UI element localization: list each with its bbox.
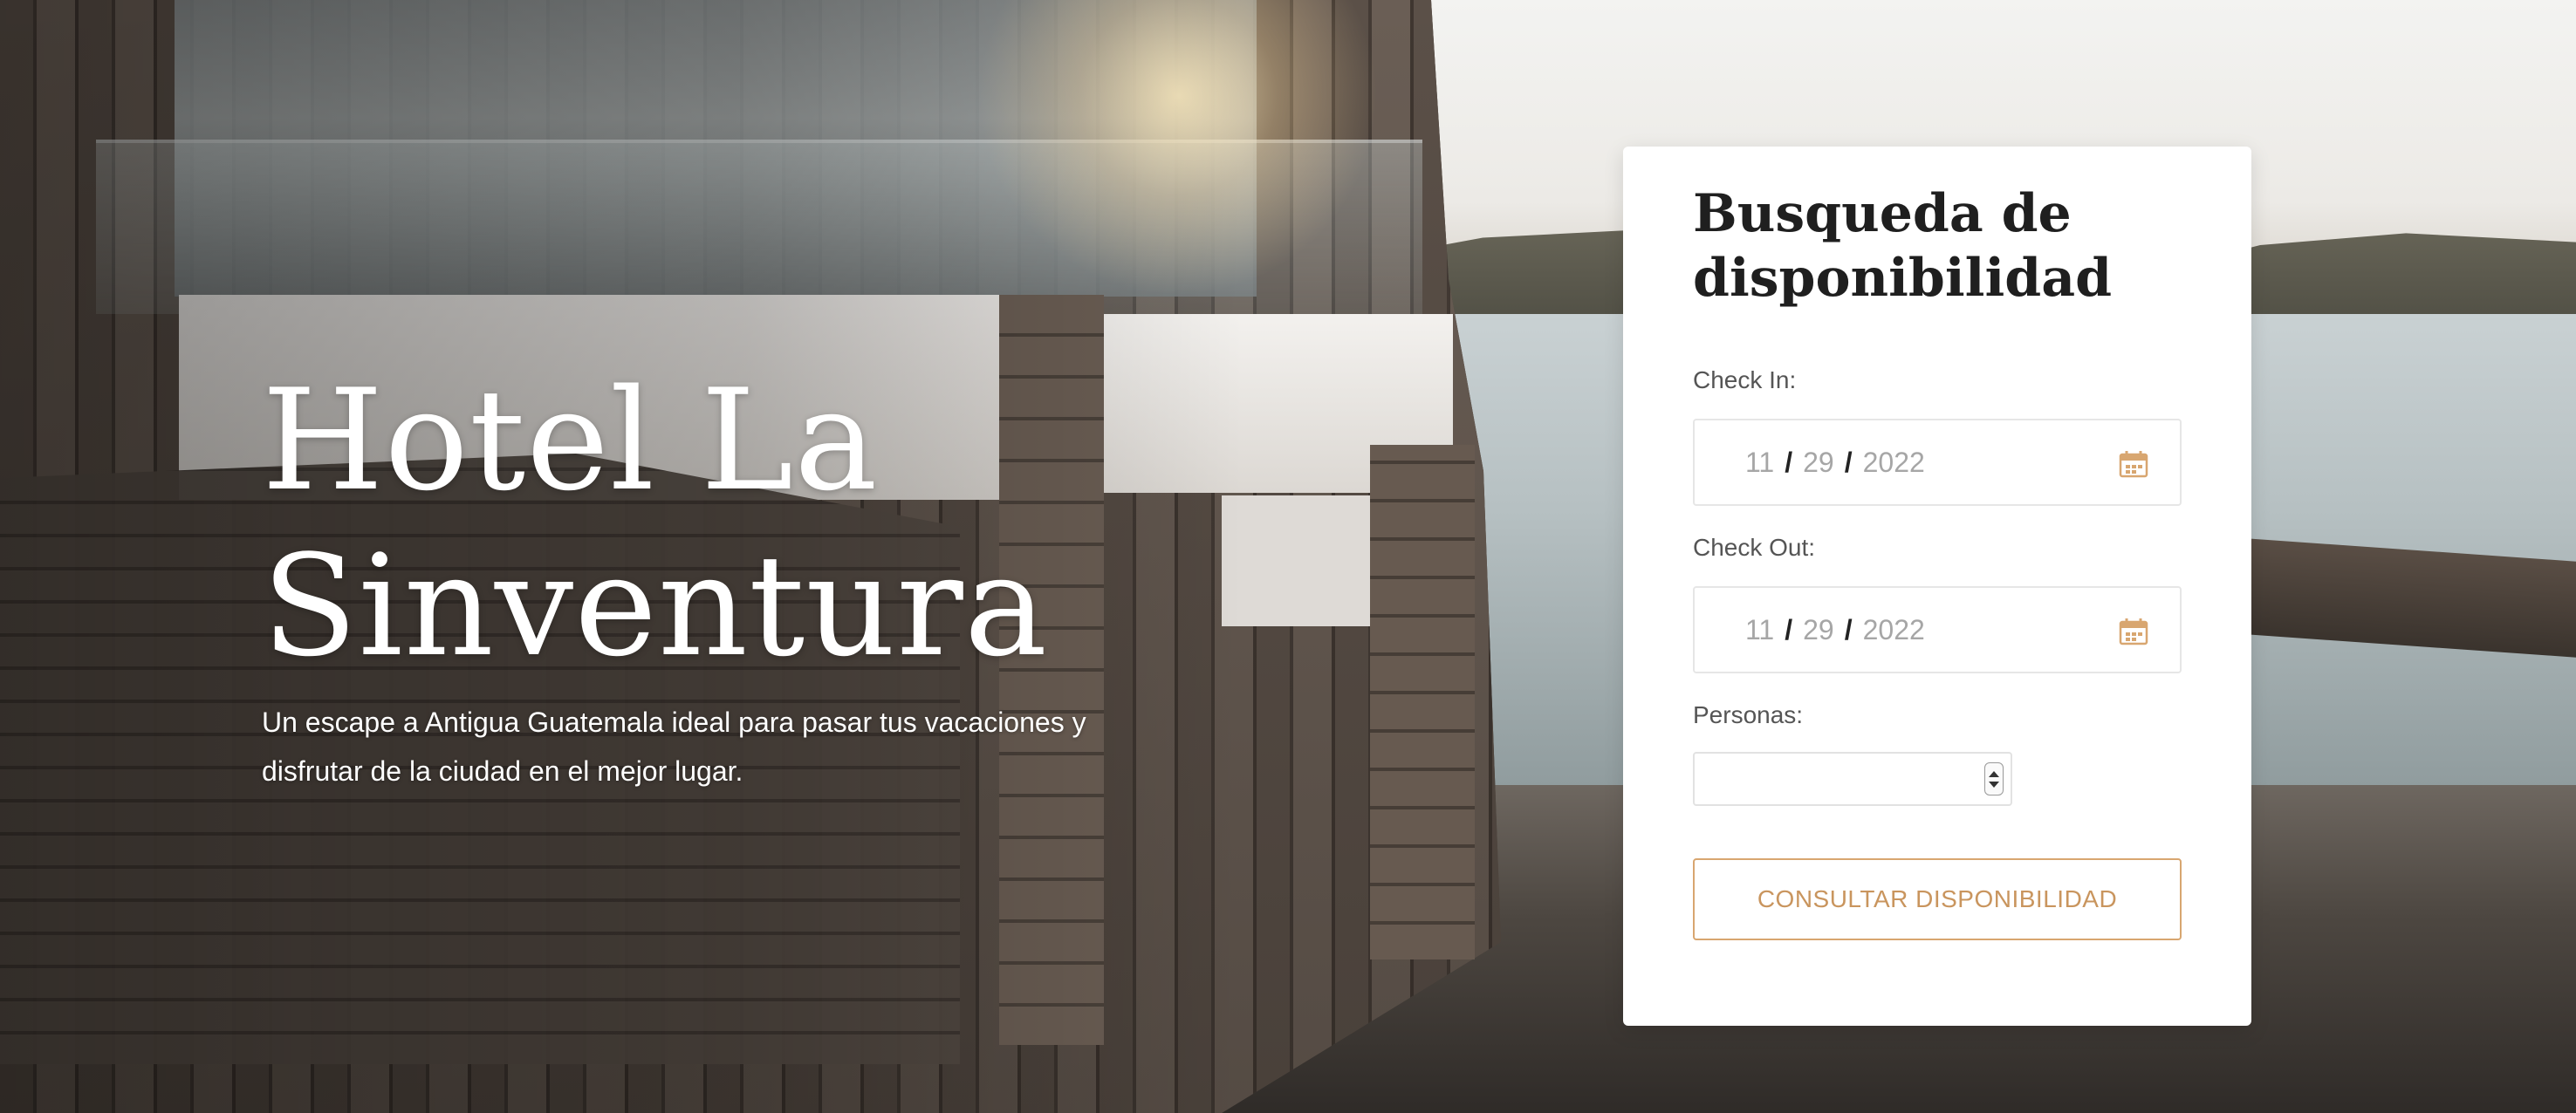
check-out-day[interactable]: 29	[1803, 614, 1834, 646]
date-separator: /	[1785, 613, 1793, 645]
check-out-month[interactable]: 11	[1745, 614, 1774, 646]
persons-number-input[interactable]	[1693, 752, 2012, 806]
hero-title-line1: Hotel La	[262, 358, 879, 522]
check-availability-button[interactable]: CONSULTAR DISPONIBILIDAD	[1693, 858, 2182, 940]
check-in-year[interactable]: 2022	[1863, 447, 1925, 479]
date-separator: /	[1785, 446, 1793, 478]
check-in-day[interactable]: 29	[1803, 447, 1834, 479]
search-title-line1: Busqueda de	[1693, 183, 2072, 244]
check-in-label: Check In:	[1693, 366, 1797, 393]
hero-title-line2: Sinventura	[262, 524, 1049, 687]
date-separator: /	[1844, 446, 1853, 478]
persons-label: Personas:	[1693, 701, 1804, 728]
stepper-down-icon[interactable]	[1989, 781, 1999, 788]
hero-subtitle: Un escape a Antigua Guatemala ideal para…	[262, 707, 1086, 787]
check-out-year[interactable]: 2022	[1863, 614, 1925, 646]
check-out-label: Check Out:	[1693, 534, 1816, 561]
check-out-date-input[interactable]: 11 / 29 / 2022	[1693, 586, 2182, 673]
check-in-date-input[interactable]: 11 / 29 / 2022	[1693, 419, 2182, 506]
check-in-month[interactable]: 11	[1745, 447, 1774, 479]
availability-search-card: Busqueda de disponibilidad Check In: 11 …	[1623, 147, 2251, 1026]
calendar-icon[interactable]	[2119, 618, 2148, 645]
date-separator: /	[1844, 613, 1853, 645]
calendar-icon[interactable]	[2119, 450, 2148, 478]
persons-stepper[interactable]	[1984, 762, 2004, 795]
search-card-title: Busqueda de disponibilidad	[1693, 181, 2216, 311]
hero-title: Hotel La Sinventura	[262, 358, 1222, 689]
search-title-line2: disponibilidad	[1693, 248, 2113, 309]
stepper-up-icon[interactable]	[1989, 770, 1999, 777]
